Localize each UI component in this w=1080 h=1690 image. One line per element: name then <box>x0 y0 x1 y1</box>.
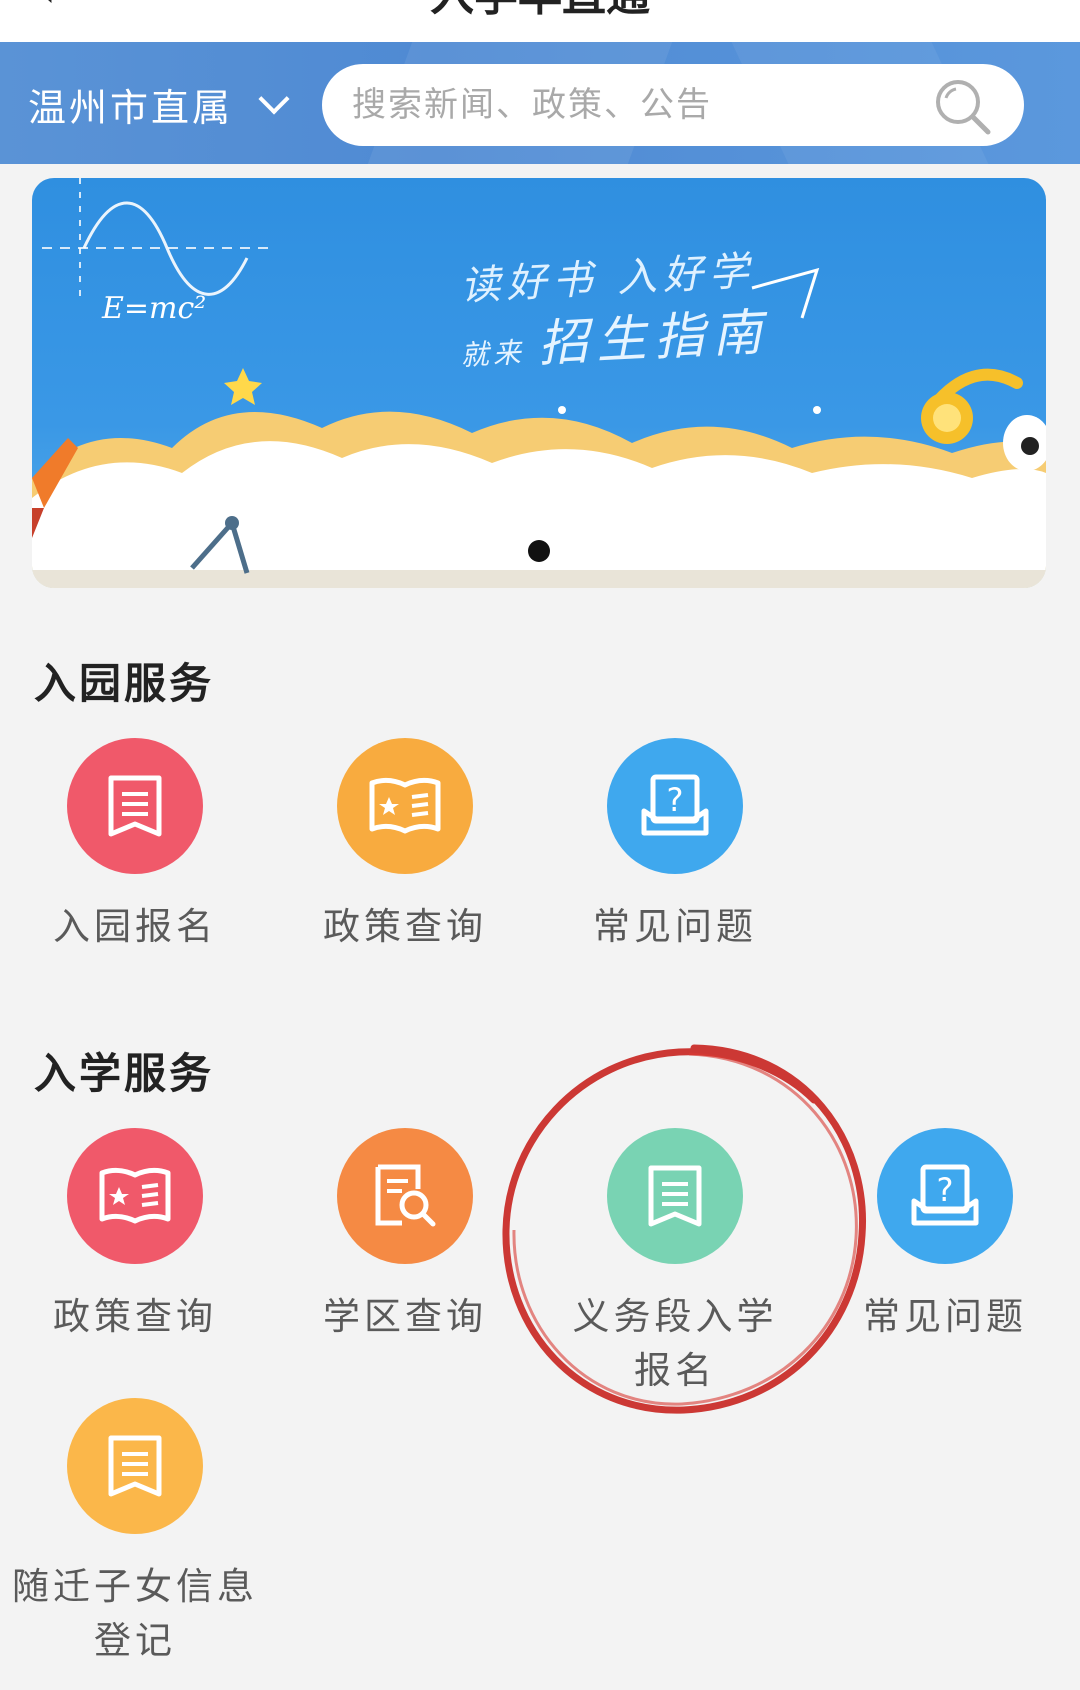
question-box-icon: ? <box>877 1128 1013 1264</box>
search-input[interactable] <box>350 84 914 126</box>
formula-text: E=mc² <box>101 291 206 326</box>
banner-illustration: E=mc² <box>32 178 1046 588</box>
service-label: 随迁子女信息登记 <box>12 1565 258 1662</box>
service-label: 常见问题 <box>593 905 757 948</box>
policy-book-icon <box>337 738 473 874</box>
city-selector[interactable]: 温州市直属 <box>28 78 290 130</box>
document-search-icon <box>337 1128 473 1264</box>
policy-book-icon <box>67 1128 203 1264</box>
page-title: 入学早直通 <box>0 0 1080 26</box>
chevron-down-icon <box>258 83 290 115</box>
service-school-district[interactable]: 学区查询 <box>270 1128 540 1344</box>
service-label: 学区查询 <box>323 1295 487 1338</box>
service-label: 义务段入学报名 <box>572 1295 778 1392</box>
service-label: 政策查询 <box>53 1295 217 1338</box>
service-label: 政策查询 <box>323 905 487 948</box>
question-box-icon: ? <box>607 738 743 874</box>
banner-slogan-prefix: 就来 <box>459 335 526 373</box>
section-title-school: 入学服务 <box>34 1049 215 1098</box>
service-kindergarten-faq[interactable]: ? 常见问题 <box>540 738 810 954</box>
service-label: 入园报名 <box>53 905 217 948</box>
service-school-faq[interactable]: ? 常见问题 <box>810 1128 1080 1344</box>
service-school-policy[interactable]: 政策查询 <box>0 1128 270 1344</box>
service-label: 常见问题 <box>863 1295 1027 1338</box>
city-label: 温州市直属 <box>28 85 234 130</box>
service-kindergarten-policy[interactable]: 政策查询 <box>270 738 540 954</box>
search-header: 温州市直属 <box>0 42 1080 164</box>
carousel-dot-active[interactable] <box>528 540 550 562</box>
svg-text:?: ? <box>667 781 684 819</box>
document-icon <box>67 738 203 874</box>
banner-slogan-main: 招生指南 <box>536 302 772 373</box>
document-icon <box>67 1398 203 1534</box>
service-kindergarten-enroll[interactable]: 入园报名 <box>0 738 270 954</box>
star-icon <box>224 368 262 405</box>
section-title-kindergarten: 入园服务 <box>34 659 215 708</box>
top-navigation-bar: ‹ 入学早直通 <box>0 0 1080 42</box>
svg-text:?: ? <box>937 1171 954 1209</box>
service-school-enroll[interactable]: 义务段入学报名 <box>540 1128 810 1398</box>
search-icon[interactable] <box>930 74 996 140</box>
promo-banner[interactable]: E=mc² 读好书 入好学 就来 招生指南 <box>32 178 1046 588</box>
app-screen: ‹ 入学早直通 温州市直属 E=mc² <box>0 0 1080 1690</box>
document-icon <box>607 1128 743 1264</box>
search-box[interactable] <box>322 64 1024 146</box>
service-migrant-children-register[interactable]: 随迁子女信息登记 <box>0 1398 270 1668</box>
